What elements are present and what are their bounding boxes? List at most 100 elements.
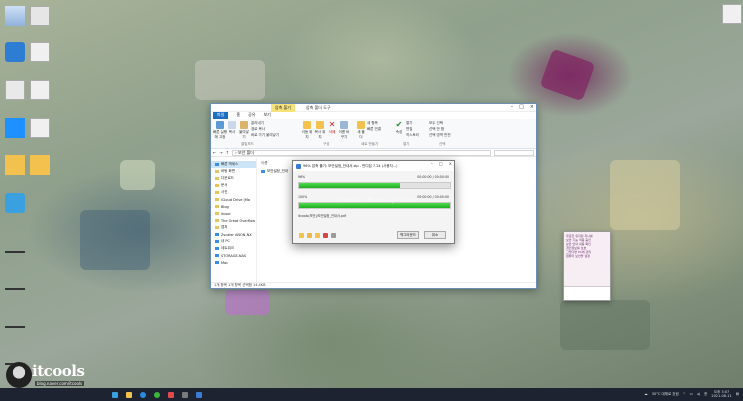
folder-icon[interactable] xyxy=(315,233,320,238)
sidebar-item[interactable]: Mac xyxy=(211,259,256,266)
search-input[interactable] xyxy=(494,149,534,156)
edit-button[interactable]: 편집 xyxy=(406,127,424,132)
sidebar-item[interactable]: 내 PC xyxy=(211,238,256,245)
minimize-icon[interactable]: – xyxy=(511,104,514,110)
desktop-icon[interactable] xyxy=(30,6,50,26)
sidebar-item[interactable]: 다운로드 xyxy=(211,175,256,182)
sidebar-item[interactable]: The Great Overflow xyxy=(211,217,256,224)
sidebar-item[interactable]: 빠른 액세스 xyxy=(211,161,256,168)
taskbar-app-icon[interactable] xyxy=(182,391,188,398)
folder-icon xyxy=(215,163,219,166)
tab-extract[interactable]: 압축 풀기 xyxy=(271,104,295,112)
desktop-icon[interactable] xyxy=(5,118,25,138)
desktop-icon[interactable] xyxy=(722,4,742,24)
easy-access-button[interactable]: 빠른 연결 xyxy=(367,127,389,132)
weather-icon[interactable]: ☁ xyxy=(644,392,648,396)
chevron-up-icon[interactable]: ^ xyxy=(683,392,686,396)
sidebar-item[interactable]: 문서 xyxy=(211,182,256,189)
desktop-icon[interactable] xyxy=(30,42,50,62)
cancel-button[interactable]: 취소 xyxy=(424,231,446,239)
list-icon[interactable] xyxy=(331,233,336,238)
minimize-icon[interactable]: – xyxy=(431,161,433,166)
ribbon: 빠른 실행에 고정 복사 붙여넣기 잘라내기 경로 복사 바로 가기 붙여넣기 … xyxy=(211,119,536,149)
progress-time-total: 00:00:00 / 00:00:00 xyxy=(417,195,449,199)
stop-icon[interactable] xyxy=(323,233,328,238)
folder-icon xyxy=(215,219,219,222)
desktop-icon[interactable] xyxy=(5,42,25,62)
desktop-icon[interactable] xyxy=(5,233,25,253)
maximize-icon[interactable]: □ xyxy=(519,104,524,110)
taskbar-browser-icon[interactable] xyxy=(154,391,160,398)
tab-share[interactable]: 공유 xyxy=(248,112,255,119)
copy-to-button[interactable]: 복사 위치 xyxy=(314,121,326,140)
tab-file[interactable]: 파일 xyxy=(213,112,229,119)
desktop-icon[interactable] xyxy=(5,80,25,100)
history-button[interactable]: 히스토리 xyxy=(406,133,424,138)
network-icon[interactable]: ▭ xyxy=(690,392,693,396)
sidebar-item[interactable]: iCloud Drive (Ma xyxy=(211,196,256,203)
sidebar-item[interactable]: 네트워크 xyxy=(211,245,256,252)
tab-home[interactable]: 홈 xyxy=(236,112,240,119)
clock[interactable]: 오후 3:07 2021-08-11 xyxy=(711,390,731,398)
rename-button[interactable]: 이름 바꾸기 xyxy=(338,121,350,140)
desktop-icon[interactable] xyxy=(5,270,25,290)
desktop-icon[interactable] xyxy=(5,193,25,213)
copy-path-button[interactable]: 경로 복사 xyxy=(251,127,281,132)
sidebar-item[interactable]: itcool xyxy=(211,210,256,217)
sidebar-item[interactable]: 바탕 화면 xyxy=(211,168,256,175)
cut-button[interactable]: 잘라내기 xyxy=(251,121,281,126)
folder-icon[interactable] xyxy=(30,155,50,175)
note-input[interactable] xyxy=(564,286,610,300)
sidebar-item[interactable]: 캡처 xyxy=(211,224,256,231)
address-bar[interactable]: › 보안 폴더 xyxy=(232,149,491,156)
sidebar-item[interactable]: STORAGE-NAS xyxy=(211,252,256,259)
paste-button[interactable]: 붙여넣기 xyxy=(238,121,250,140)
folder-icon[interactable] xyxy=(5,155,25,175)
notification-icon[interactable]: ▤ xyxy=(736,392,739,396)
desktop-icon[interactable] xyxy=(30,80,50,100)
taskbar-explorer-icon[interactable] xyxy=(126,391,132,398)
close-icon[interactable]: × xyxy=(530,104,534,110)
new-item-button[interactable]: 새 항목 xyxy=(367,121,389,126)
desktop-icon[interactable] xyxy=(5,308,25,328)
folder-icon xyxy=(215,191,219,194)
up-icon[interactable]: ↑ xyxy=(226,150,229,155)
sidebar-item[interactable]: Blog xyxy=(211,203,256,210)
taskbar-bandizip-icon[interactable] xyxy=(196,391,202,398)
forward-icon[interactable]: → xyxy=(219,150,222,155)
background-button[interactable]: 백그라운드 xyxy=(397,231,419,239)
open-button[interactable]: 열기 xyxy=(406,121,424,126)
taskbar-app-icon[interactable] xyxy=(112,391,118,398)
explorer-titlebar[interactable]: 압축 풀기 압축 폴더 도구 – □ × xyxy=(211,104,536,112)
weather-text[interactable]: 30°C 대체로 흐림 xyxy=(652,392,679,397)
desktop-icon[interactable] xyxy=(5,6,25,26)
desktop-icon[interactable] xyxy=(30,118,50,138)
close-icon[interactable]: × xyxy=(449,161,452,166)
folder-icon[interactable] xyxy=(299,233,304,238)
progress-bar-current xyxy=(298,182,451,189)
sidebar-item[interactable]: Zscaler ANON-NX xyxy=(211,231,256,238)
input-language[interactable]: 한 xyxy=(704,392,707,397)
folder-icon xyxy=(215,170,219,173)
back-icon[interactable]: ← xyxy=(213,150,216,155)
select-none-button[interactable]: 선택 안 함 xyxy=(429,127,459,132)
taskbar-edge-icon[interactable] xyxy=(140,391,146,398)
paste-shortcut-button[interactable]: 바로 가기 붙여넣기 xyxy=(251,133,291,138)
move-to-button[interactable]: 이동 위치 xyxy=(301,121,313,140)
sidebar-item[interactable]: 사진 xyxy=(211,189,256,196)
copy-button[interactable]: 복사 xyxy=(227,121,237,135)
select-all-button[interactable]: 모두 선택 xyxy=(429,121,459,126)
taskbar-app-icon[interactable] xyxy=(168,391,174,398)
properties-button[interactable]: ✔ 속성 xyxy=(394,121,404,135)
delete-button[interactable]: ✕ 삭제 xyxy=(327,121,337,135)
new-folder-button[interactable]: 새 폴더 xyxy=(356,121,366,140)
maximize-icon[interactable]: □ xyxy=(439,161,443,166)
open-folder-icon[interactable] xyxy=(307,233,312,238)
invert-selection-button[interactable]: 선택 영역 반전 xyxy=(429,133,463,138)
folder-icon xyxy=(303,121,311,129)
sidebar-item-label: itcool xyxy=(221,211,231,216)
tab-view[interactable]: 보기 xyxy=(263,112,270,119)
dialog-titlebar[interactable]: 96% 압축 풀기: 보안설정_안내서.zip - 반디집 7.24 (사용자.… xyxy=(293,161,454,171)
volume-icon[interactable]: ◂) xyxy=(697,392,700,396)
pin-button[interactable]: 빠른 실행에 고정 xyxy=(213,121,227,140)
